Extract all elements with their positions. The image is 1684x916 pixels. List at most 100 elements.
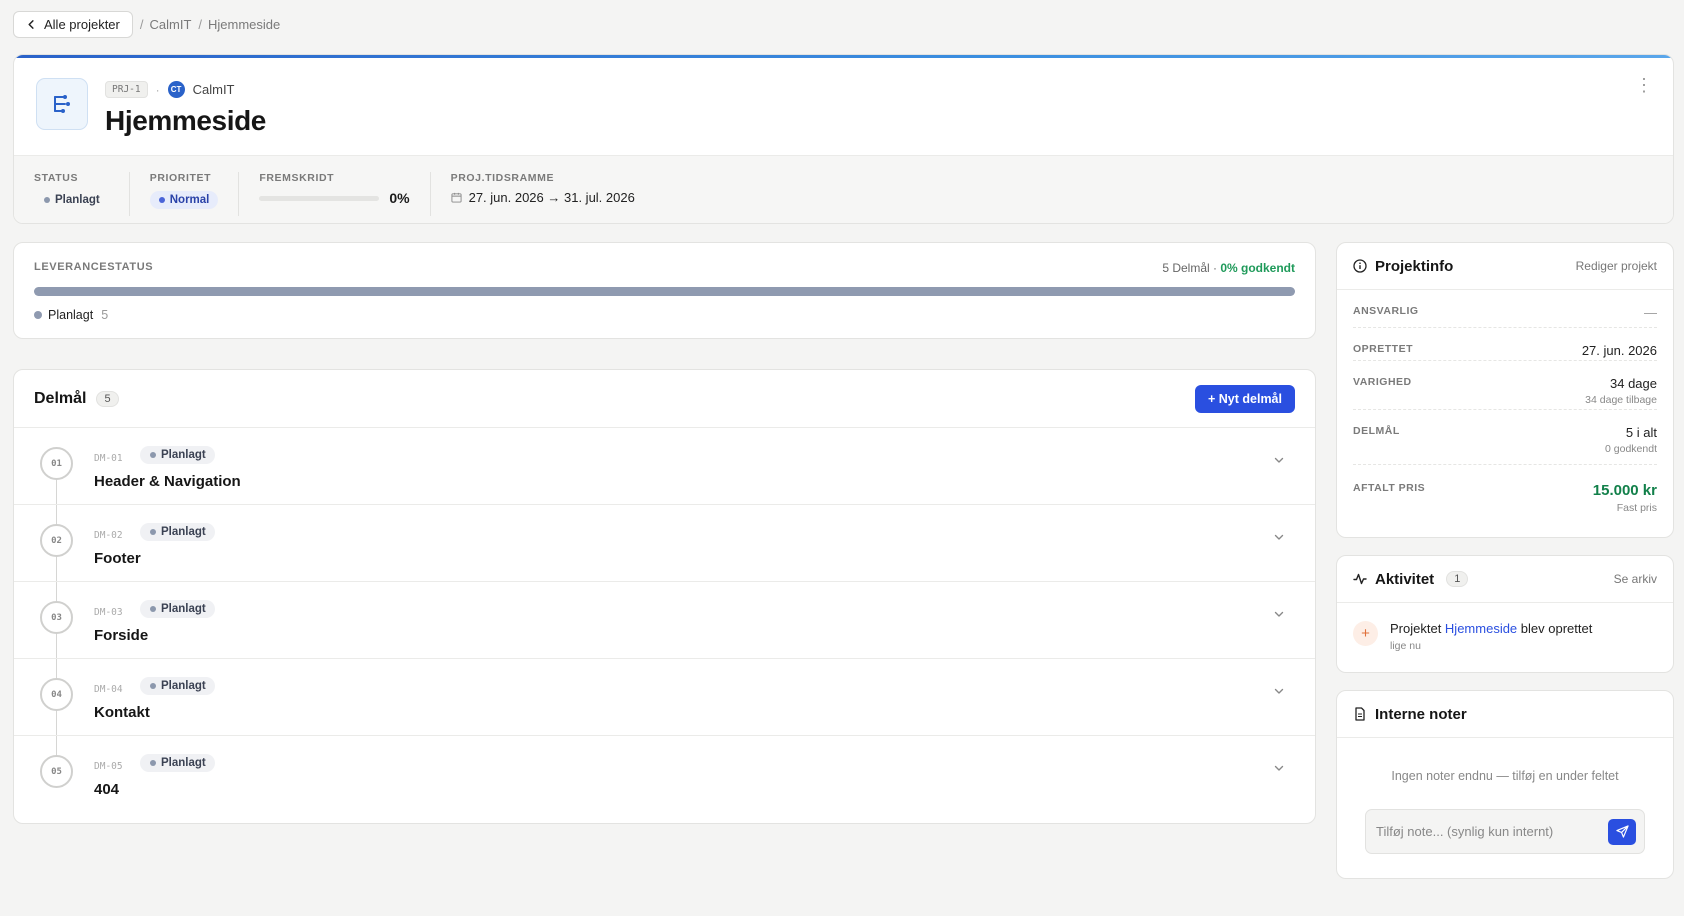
milestone-name: 404 bbox=[94, 781, 120, 798]
breadcrumb-separator: / bbox=[198, 17, 203, 32]
info-row-price: AFTALT PRIS 15.000 kr Fast pris bbox=[1353, 465, 1657, 523]
info-value: 34 dage bbox=[1610, 376, 1657, 391]
more-options-icon[interactable]: ⋮ bbox=[1635, 76, 1653, 94]
info-row-milestones: DELMÅL 5 i alt 0 godkendt bbox=[1353, 410, 1657, 465]
milestone-list: 01 DM-01 Planlagt Header & Navigation 02 DM-0… bbox=[14, 428, 1315, 813]
milestone-row[interactable]: 04 DM-04 Planlagt Kontakt bbox=[14, 659, 1315, 736]
breadcrumb-separator: / bbox=[139, 17, 144, 32]
stat-timeframe: PROJ.TIDSRAMME 27. jun. 2026 → 31. jul. … bbox=[431, 172, 655, 216]
status-badge[interactable]: Planlagt bbox=[34, 191, 109, 209]
send-note-button[interactable] bbox=[1608, 818, 1636, 845]
project-info-card: Projektinfo Rediger projekt ANSVARLIG — … bbox=[1336, 242, 1674, 538]
stat-label: STATUS bbox=[34, 172, 79, 184]
milestone-code: DM-02 bbox=[94, 530, 123, 541]
chevron-down-icon[interactable] bbox=[1273, 454, 1285, 466]
step-number: 05 bbox=[40, 755, 73, 788]
priority-badge[interactable]: Normal bbox=[149, 191, 219, 209]
info-row-created: OPRETTET 27. jun. 2026 bbox=[1353, 328, 1657, 361]
info-value: — bbox=[1644, 305, 1657, 320]
chevron-left-icon bbox=[28, 20, 34, 29]
step-number: 04 bbox=[40, 678, 73, 711]
archive-link[interactable]: Se arkiv bbox=[1614, 572, 1657, 586]
chevron-down-icon[interactable] bbox=[1273, 685, 1285, 697]
milestone-code: DM-03 bbox=[94, 607, 123, 618]
info-icon bbox=[1353, 259, 1367, 273]
activity-entry: + Projektet Hjemmeside blev oprettet lig… bbox=[1353, 621, 1592, 652]
milestone-row[interactable]: 05 DM-05 Planlagt 404 bbox=[14, 736, 1315, 813]
stat-label: FREMSKRIDT bbox=[259, 172, 335, 184]
client-avatar: CT bbox=[167, 81, 185, 98]
milestone-status: Planlagt bbox=[161, 449, 206, 461]
status-dot-icon bbox=[44, 197, 50, 203]
meta-separator: · bbox=[155, 82, 160, 97]
status-dot-icon bbox=[150, 760, 156, 766]
info-subvalue: 34 dage tilbage bbox=[1585, 394, 1657, 406]
breadcrumb: Alle projekter / CalmIT / Hjemmeside bbox=[13, 11, 280, 38]
page-title: Hjemmeside bbox=[105, 105, 266, 136]
activity-title: Aktivitet bbox=[1375, 570, 1435, 588]
status-dot-icon bbox=[150, 529, 156, 535]
note-composer bbox=[1365, 809, 1645, 854]
stat-priority: PRIORITET Normal bbox=[130, 172, 240, 216]
milestone-row[interactable]: 01 DM-01 Planlagt Header & Navigation bbox=[14, 428, 1315, 505]
stat-label: PROJ.TIDSRAMME bbox=[450, 172, 555, 184]
project-stats: STATUS Planlagt PRIORITET Normal FREMSKR… bbox=[14, 155, 1673, 223]
milestones-card: Delmål 5 + Nyt delmål 01 DM-01 Planlagt Hea… bbox=[13, 369, 1316, 824]
status-dot-icon bbox=[150, 683, 156, 689]
document-icon bbox=[1355, 707, 1365, 721]
milestone-row[interactable]: 02 DM-02 Planlagt Footer bbox=[14, 505, 1315, 582]
info-subvalue: 0 godkendt bbox=[1605, 443, 1657, 455]
info-value: 5 i alt bbox=[1625, 425, 1657, 440]
milestone-row[interactable]: 03 DM-03 Planlagt Forside bbox=[14, 582, 1315, 659]
milestones-count: 5 bbox=[96, 390, 119, 407]
back-label: Alle projekter bbox=[44, 17, 120, 32]
legend-label: Planlagt bbox=[48, 308, 94, 322]
progress-value: 0% bbox=[389, 190, 410, 206]
client-name[interactable]: CalmIT bbox=[193, 82, 235, 97]
milestone-status-badge[interactable]: Planlagt bbox=[140, 523, 215, 541]
back-to-projects-button[interactable]: Alle projekter bbox=[13, 11, 133, 38]
breadcrumb-client[interactable]: CalmIT bbox=[150, 17, 192, 32]
chevron-down-icon[interactable] bbox=[1273, 608, 1285, 620]
new-milestone-button[interactable]: + Nyt delmål bbox=[1195, 384, 1295, 413]
activity-text: Projektet bbox=[1390, 621, 1445, 636]
milestone-status-badge[interactable]: Planlagt bbox=[140, 754, 215, 772]
chevron-down-icon[interactable] bbox=[1273, 531, 1285, 543]
delivery-label: LEVERANCESTATUS bbox=[34, 261, 154, 273]
info-key: ANSVARLIG bbox=[1353, 305, 1419, 317]
stat-progress: FREMSKRIDT 0% bbox=[239, 172, 431, 216]
chevron-down-icon[interactable] bbox=[1273, 762, 1285, 774]
delivery-count: 5 Delmål · bbox=[1162, 261, 1221, 275]
milestone-name: Forside bbox=[94, 627, 149, 644]
send-icon bbox=[1615, 825, 1629, 838]
info-subvalue: Fast pris bbox=[1616, 502, 1657, 514]
progress-bar bbox=[259, 195, 380, 201]
legend-count: 5 bbox=[101, 308, 109, 322]
price-value: 15.000 kr bbox=[1592, 482, 1657, 499]
project-header-card: PRJ-1 · CT CalmIT Hjemmeside ⋮ STATUS Pl… bbox=[13, 54, 1674, 224]
info-key: OPRETTET bbox=[1353, 343, 1414, 355]
milestone-code: DM-05 bbox=[94, 761, 123, 772]
breadcrumb-current: Hjemmeside bbox=[208, 17, 281, 32]
activity-time: lige nu bbox=[1390, 640, 1421, 652]
milestone-status-badge[interactable]: Planlagt bbox=[140, 600, 215, 618]
notes-empty-state: Ingen noter endnu — tilføj en under felt… bbox=[1391, 769, 1619, 783]
info-title: Projektinfo bbox=[1375, 257, 1454, 275]
milestone-name: Header & Navigation bbox=[94, 473, 241, 490]
info-key: VARIGHED bbox=[1353, 376, 1412, 388]
milestone-status-badge[interactable]: Planlagt bbox=[140, 677, 215, 695]
activity-project-link[interactable]: Hjemmeside bbox=[1445, 621, 1517, 636]
milestone-status: Planlagt bbox=[161, 680, 206, 692]
milestones-title: Delmål bbox=[34, 389, 87, 407]
step-number: 03 bbox=[40, 601, 73, 634]
calendar-icon bbox=[451, 192, 462, 203]
stat-status: STATUS Planlagt bbox=[14, 172, 130, 216]
notes-title: Interne noter bbox=[1375, 705, 1467, 723]
priority-value: Normal bbox=[169, 194, 210, 206]
milestone-status-badge[interactable]: Planlagt bbox=[140, 446, 215, 464]
edit-project-link[interactable]: Rediger projekt bbox=[1576, 259, 1657, 273]
delivery-status-card: LEVERANCESTATUS 5 Delmål · 0% godkendt P… bbox=[13, 242, 1316, 339]
milestone-status: Planlagt bbox=[161, 526, 206, 538]
note-input[interactable] bbox=[1376, 824, 1608, 839]
activity-count: 1 bbox=[1446, 571, 1469, 587]
